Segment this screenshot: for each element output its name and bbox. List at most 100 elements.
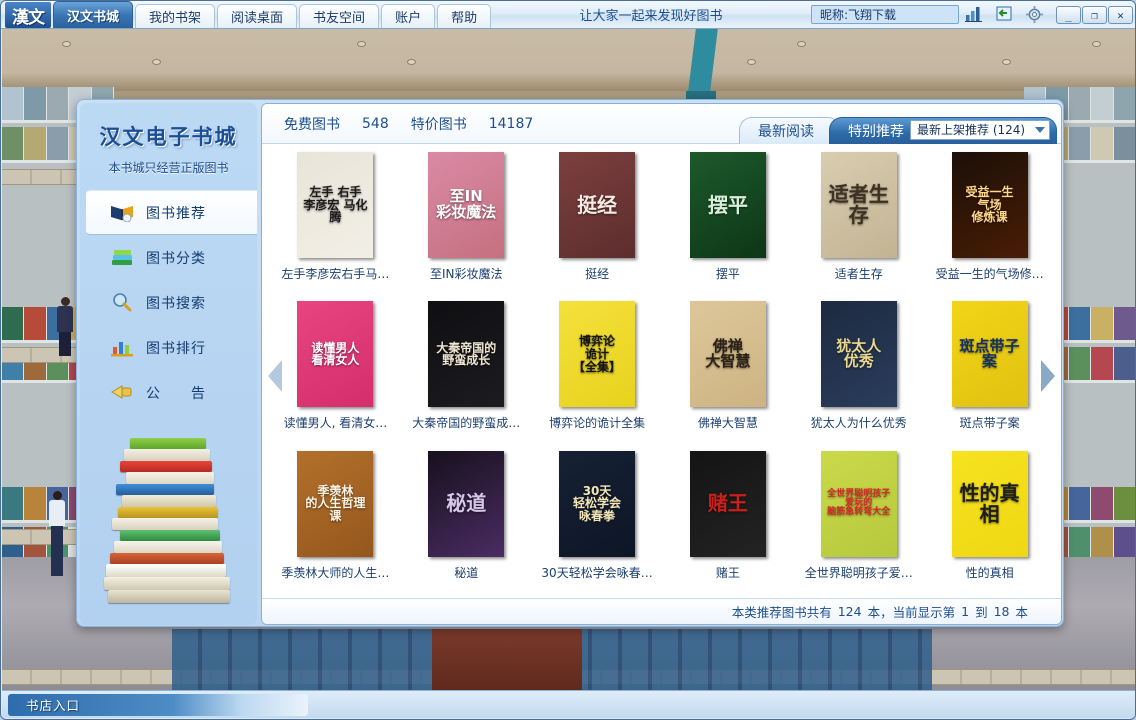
- book-cover[interactable]: 30天 轻松学会 咏春拳: [559, 450, 636, 557]
- book-cell[interactable]: 博弈论 诡计 【全集】 博弈论的诡计全集: [532, 297, 663, 446]
- book-cover-text: 挺经: [577, 192, 618, 217]
- book-title: 犹太人为什么优秀: [810, 416, 907, 431]
- close-button[interactable]: ✕: [1108, 6, 1133, 24]
- magnifier-icon: [110, 292, 134, 314]
- book-cover[interactable]: 季羡林 的人生哲理课: [297, 450, 374, 557]
- sidebar-item-label: 图书搜索: [146, 295, 206, 312]
- book-cover[interactable]: 佛禅 大智慧: [689, 301, 766, 408]
- book-cover[interactable]: 至IN 彩妆魔法: [428, 152, 505, 258]
- book-cover-text: 受益一生 气场 修炼课: [965, 185, 1014, 225]
- taskbar: 书店入口: [2, 690, 1135, 718]
- book-cover-text: 性的真相: [959, 480, 1020, 526]
- book-cell[interactable]: 佛禅 大智慧 佛禅大智慧: [662, 297, 793, 446]
- book-cell[interactable]: 30天 轻松学会 咏春拳 30天轻松学会咏春…: [532, 447, 663, 596]
- content-header: 免费图书 548 特价图书 14187 最新阅读 特别推荐 最新上架推荐 (12…: [262, 104, 1061, 144]
- book-cell[interactable]: 赌王 赌王: [662, 447, 793, 596]
- book-cover[interactable]: 犹太人 优秀: [820, 301, 897, 408]
- book-cover-text: 斑点带子案: [959, 336, 1020, 371]
- book-cover[interactable]: 斑点带子案: [951, 301, 1028, 408]
- free-books-stat[interactable]: 免费图书 548: [262, 114, 389, 134]
- menu-tab-label: 阅读桌面: [231, 11, 284, 26]
- book-cover[interactable]: 挺经: [559, 152, 636, 258]
- book-title: 摆平: [715, 267, 740, 281]
- sidebar-item-book-ranking[interactable]: 图书排行: [80, 325, 257, 370]
- status-prefix: 本类推荐图书共有: [731, 605, 832, 620]
- tab-latest-reading[interactable]: 最新阅读: [739, 117, 841, 144]
- book-title: 佛禅大智慧: [697, 416, 758, 431]
- status-middle: 本，当前显示第: [867, 605, 956, 620]
- book-cell[interactable]: 秘道 秘道: [401, 447, 532, 596]
- book-cell[interactable]: 全世界聪明孩子爱玩的 脑筋急转弯大全 全世界聪明孩子爱…: [793, 447, 924, 596]
- book-cover[interactable]: 左手 右手 李彦宏 马化腾: [297, 152, 374, 258]
- book-cover-text: 赌王: [707, 491, 748, 516]
- sidebar-brand-subtitle: 本书城只经营正版图书: [108, 161, 229, 175]
- book-cover-text: 30天 轻松学会 咏春拳: [573, 483, 622, 523]
- book-cell[interactable]: 读懂男人 看清女人 读懂男人, 看清女…: [270, 297, 401, 446]
- book-cell[interactable]: 性的真相 性的真相: [924, 447, 1055, 596]
- chart-icon[interactable]: [962, 3, 986, 25]
- book-cover[interactable]: 摆平: [689, 152, 766, 258]
- status-range-from: 1: [961, 604, 970, 619]
- menu-tab-help[interactable]: 帮助: [437, 4, 492, 28]
- book-cover[interactable]: 全世界聪明孩子爱玩的 脑筋急转弯大全: [820, 450, 897, 557]
- status-total-count: 124: [837, 604, 862, 619]
- book-title: 左手李彦宏右手马…: [281, 267, 390, 281]
- tab-special-recommend[interactable]: 特别推荐 最新上架推荐 (124): [829, 117, 1057, 144]
- book-cell[interactable]: 斑点带子案 斑点带子案: [924, 297, 1055, 446]
- book-title: 博弈论的诡计全集: [549, 416, 646, 431]
- window-controls: _ ❐ ✕: [1055, 6, 1133, 24]
- status-range-to: 18: [993, 604, 1010, 619]
- menu-tab-friends-space[interactable]: 书友空间: [299, 4, 380, 28]
- sidebar-brand-title: 汉文电子书城: [99, 125, 238, 149]
- book-cover[interactable]: 博弈论 诡计 【全集】: [559, 301, 636, 408]
- free-books-label: 免费图书: [284, 116, 340, 133]
- menu-tab-reading-desktop[interactable]: 阅读桌面: [217, 4, 298, 28]
- book-cover[interactable]: 大秦帝国的野蛮成长: [428, 301, 505, 408]
- book-cell[interactable]: 大秦帝国的野蛮成长 大秦帝国的野蛮成…: [401, 297, 532, 446]
- sidebar-item-announcement[interactable]: 公 告: [80, 370, 257, 415]
- book-cell[interactable]: 摆平 摆平: [662, 148, 793, 297]
- content-area: 免费图书 548 特价图书 14187 最新阅读 特别推荐 最新上架推荐 (12…: [261, 103, 1062, 625]
- book-cell[interactable]: 犹太人 优秀 犹太人为什么优秀: [793, 297, 924, 446]
- menu-tab-bookstore[interactable]: 汉文书城: [53, 1, 134, 28]
- book-cover[interactable]: 读懂男人 看清女人: [297, 301, 374, 408]
- book-cover[interactable]: 赌王: [689, 450, 766, 557]
- sale-books-stat[interactable]: 特价图书 14187: [389, 114, 534, 134]
- shopper-figure: [54, 297, 76, 356]
- book-cell[interactable]: 季羡林 的人生哲理课 季羡林大师的人生…: [270, 447, 401, 596]
- sidebar-item-book-recommend[interactable]: 图书推荐: [86, 190, 257, 235]
- book-cover[interactable]: 秘道: [428, 450, 505, 557]
- menu-tab-account[interactable]: 账户: [381, 4, 436, 28]
- sale-books-count: 14187: [488, 115, 534, 132]
- shopper-figure: [46, 491, 68, 576]
- sale-books-label: 特价图书: [410, 116, 467, 133]
- book-cover[interactable]: 适者生存: [820, 152, 897, 258]
- maximize-button[interactable]: ❐: [1082, 6, 1107, 24]
- book-cell[interactable]: 左手 右手 李彦宏 马化腾 左手李彦宏右手马…: [270, 148, 401, 297]
- book-cover-text: 左手 右手 李彦宏 马化腾: [303, 185, 368, 225]
- book-cover-text: 适者生存: [828, 182, 889, 227]
- free-books-count: 548: [362, 115, 389, 132]
- nickname-display[interactable]: 昵称:飞翔下载: [811, 5, 959, 24]
- book-cell[interactable]: 受益一生 气场 修炼课 受益一生的气场修…: [924, 148, 1055, 297]
- recommendation-select[interactable]: 最新上架推荐 (124): [910, 119, 1050, 140]
- menu-tab-my-shelf[interactable]: 我的书架: [135, 4, 216, 28]
- book-title: 大秦帝国的野蛮成…: [412, 416, 521, 431]
- bookstore-panel: 汉文电子书城 本书城只经营正版图书 图书推荐 图书分类 图书搜索 图书排行 公 …: [76, 99, 1064, 627]
- stacked-books-icon: [110, 247, 134, 269]
- book-cell[interactable]: 适者生存 适者生存: [793, 148, 924, 297]
- book-cover-text: 博弈论 诡计 【全集】: [573, 334, 622, 374]
- gear-icon[interactable]: [1022, 3, 1046, 25]
- book-cell[interactable]: 至IN 彩妆魔法 至IN彩妆魔法: [401, 148, 532, 297]
- recommendation-select-value: 最新上架推荐 (124): [917, 123, 1026, 137]
- book-cover[interactable]: 性的真相: [951, 450, 1028, 557]
- login-icon[interactable]: [992, 3, 1016, 25]
- book-cover[interactable]: 受益一生 气场 修炼课: [951, 152, 1028, 258]
- minimize-button[interactable]: _: [1056, 6, 1081, 24]
- sidebar-item-book-search[interactable]: 图书搜索: [80, 280, 257, 325]
- book-cover-text: 佛禅 大智慧: [705, 336, 751, 371]
- taskbar-bookstore-entry-button[interactable]: 书店入口: [8, 693, 308, 716]
- book-title: 性的真相: [965, 565, 1014, 580]
- sidebar-item-book-category[interactable]: 图书分类: [80, 235, 257, 280]
- book-cell[interactable]: 挺经 挺经: [532, 148, 663, 297]
